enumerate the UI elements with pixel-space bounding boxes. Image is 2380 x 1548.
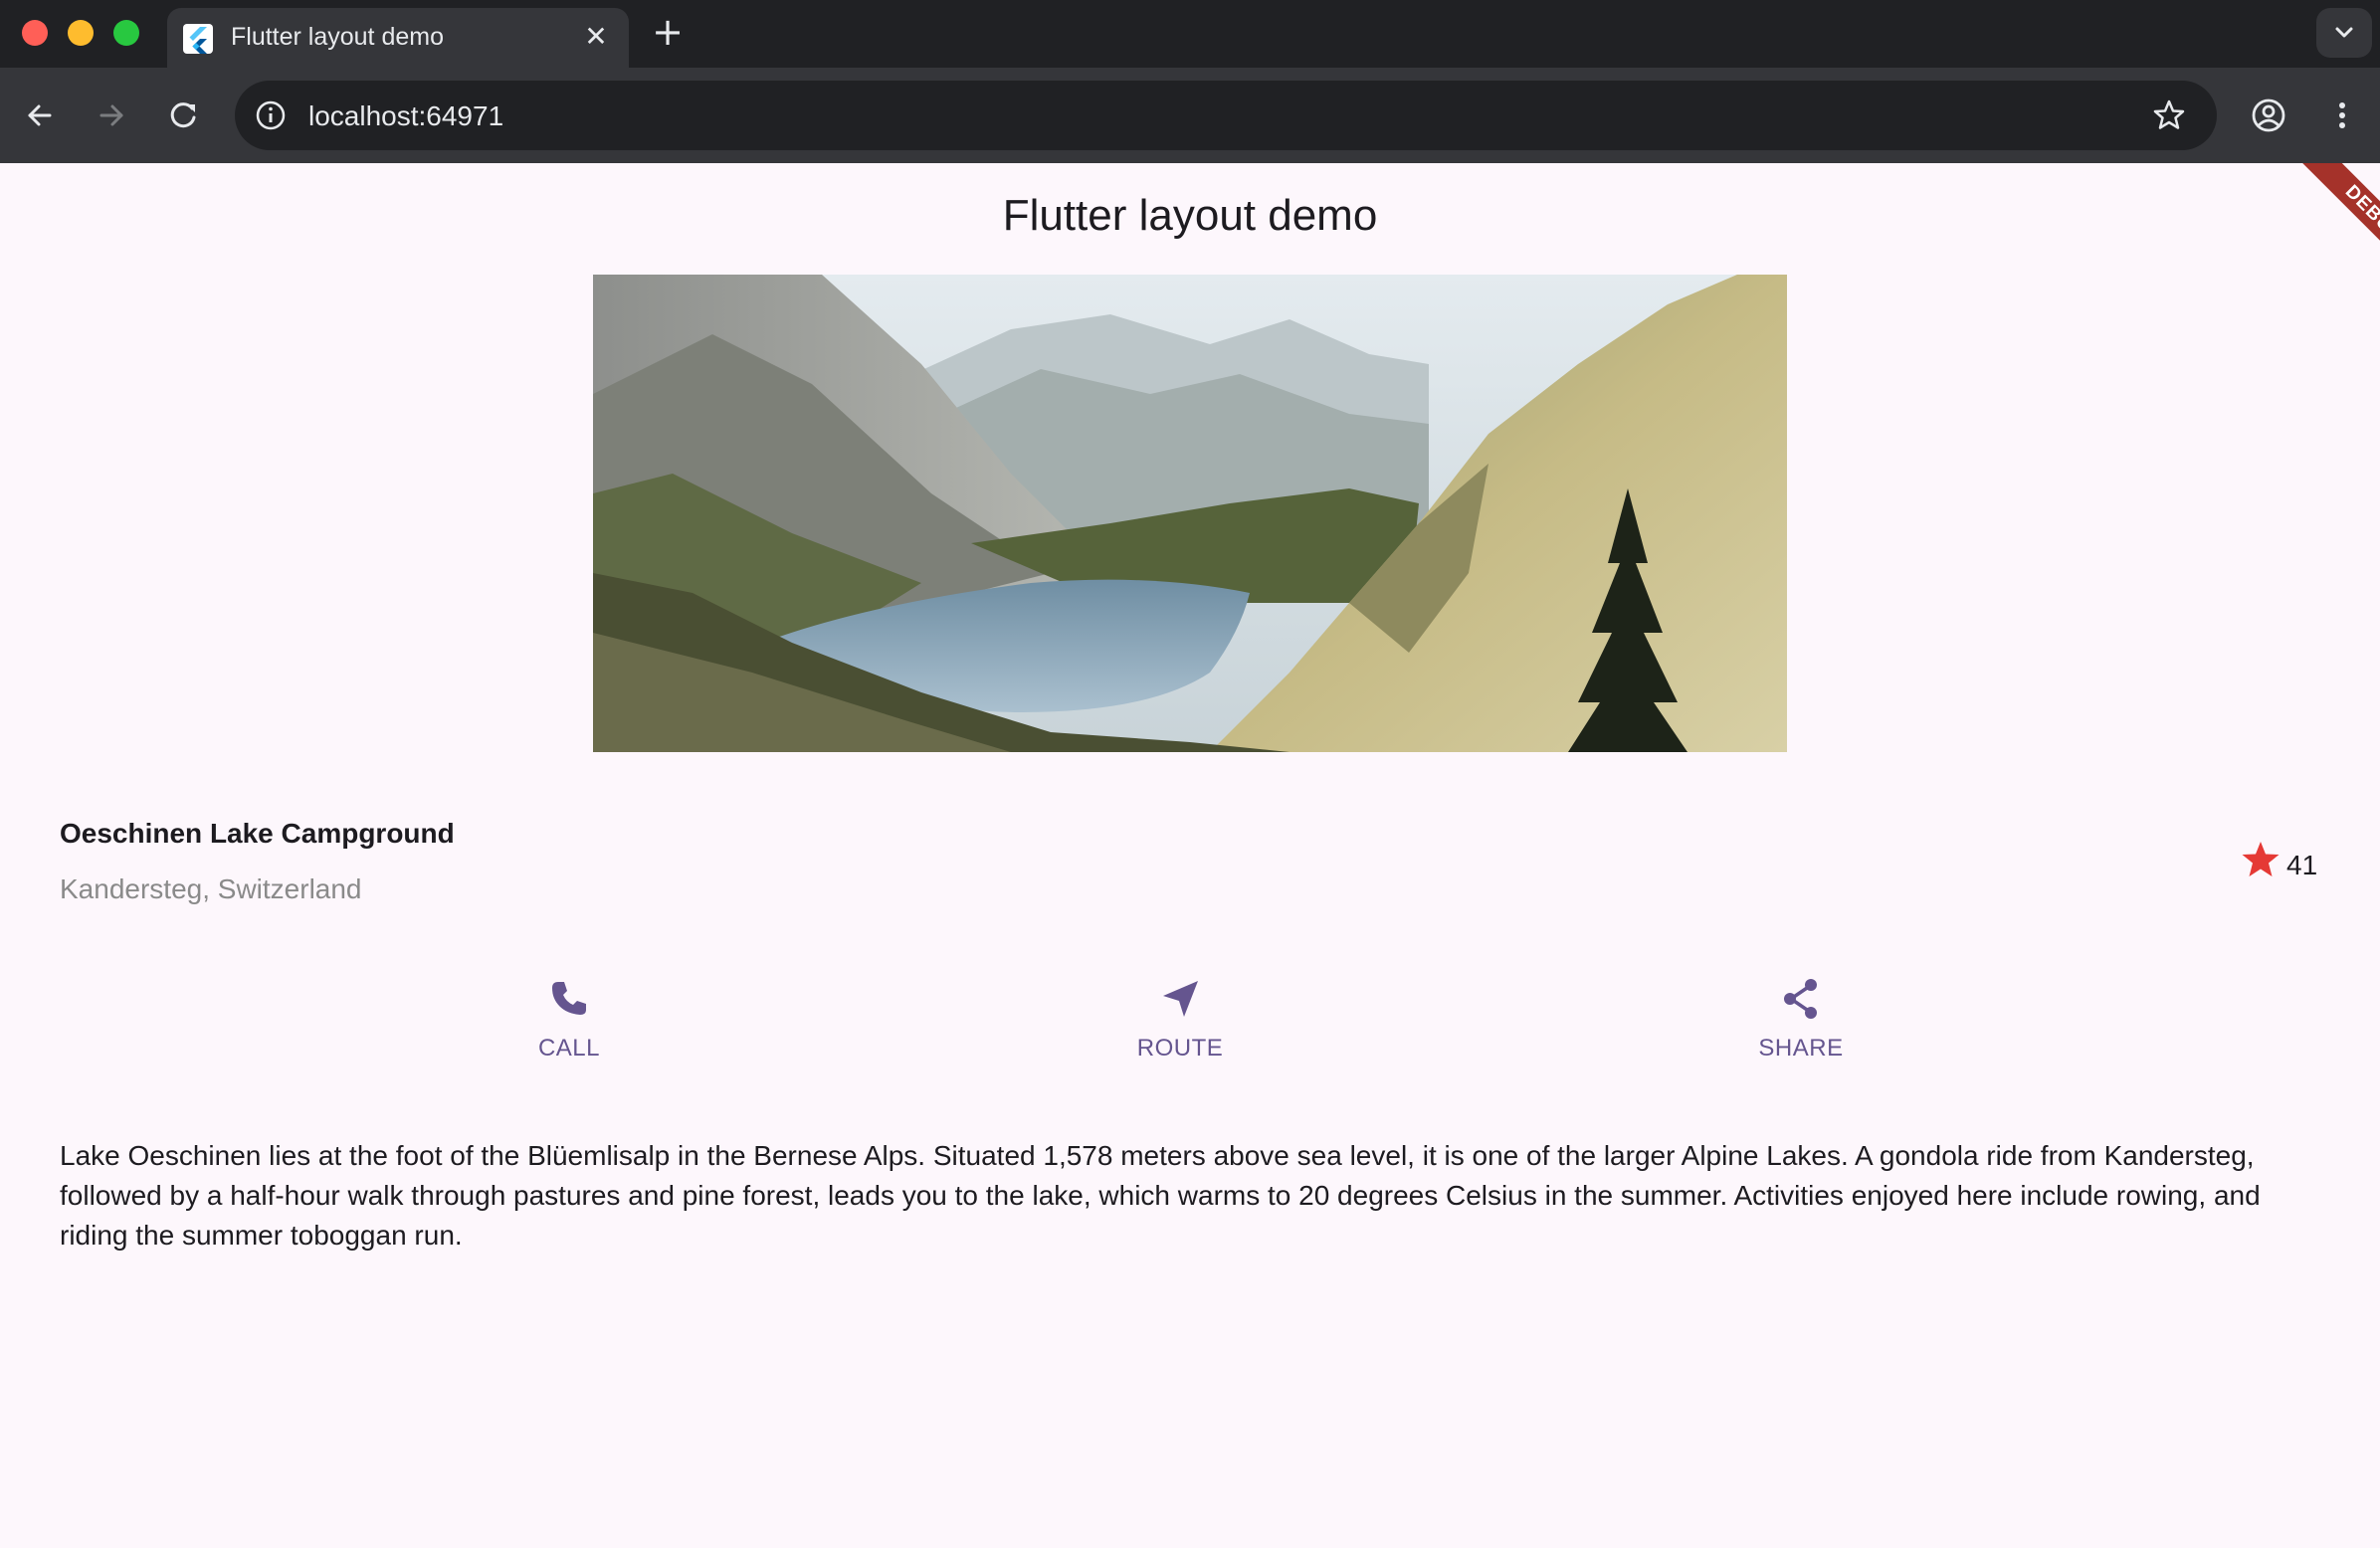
browser-toolbar: localhost:64971 [0,68,2380,163]
profile-icon[interactable] [2249,96,2288,135]
window-minimize-button[interactable] [68,20,94,46]
page-title: Flutter layout demo [1002,191,1378,240]
back-arrow-icon[interactable] [18,94,62,137]
window-close-button[interactable] [22,20,48,46]
browser-tabstrip: Flutter layout demo ✕ + [0,0,2380,68]
window-maximize-button[interactable] [113,20,139,46]
route-label: ROUTE [1136,1035,1224,1062]
share-label: SHARE [1758,1035,1844,1062]
flutter-favicon-icon [183,24,213,54]
call-button[interactable]: CALL [470,975,669,1063]
place-description: Lake Oeschinen lies at the foot of the B… [60,1140,2261,1251]
address-bar[interactable]: localhost:64971 [235,81,2217,150]
star-icon [2242,842,2280,876]
tab-search-button[interactable] [2316,8,2372,58]
tab-close-icon[interactable]: ✕ [579,20,613,54]
route-button[interactable]: ROUTE [1081,975,1280,1063]
tab-title: Flutter layout demo [231,23,444,51]
phone-icon [552,982,586,1015]
chevron-down-icon [2335,27,2353,38]
share-icon [1784,979,1817,1019]
new-tab-button[interactable]: + [647,12,689,54]
lake-photo [593,275,1787,752]
call-label: CALL [537,1035,601,1062]
navigation-icon [1163,981,1198,1017]
more-vertical-icon[interactable] [2322,96,2362,135]
flutter-app: DEBUG Flutter layout demo Oeschinen Lake… [0,163,2380,1548]
reload-icon[interactable] [161,94,205,137]
share-button[interactable]: SHARE [1701,975,1900,1063]
place-location: Kandersteg, Switzerland [60,873,362,904]
url-text[interactable]: localhost:64971 [308,100,503,132]
site-info-icon[interactable] [255,99,287,131]
browser-tab[interactable]: Flutter layout demo ✕ [167,8,629,68]
place-name: Oeschinen Lake Campground [60,818,455,849]
rating-count: 41 [2286,850,2318,880]
bookmark-star-icon[interactable] [2151,97,2187,133]
forward-arrow-icon[interactable] [90,94,133,137]
